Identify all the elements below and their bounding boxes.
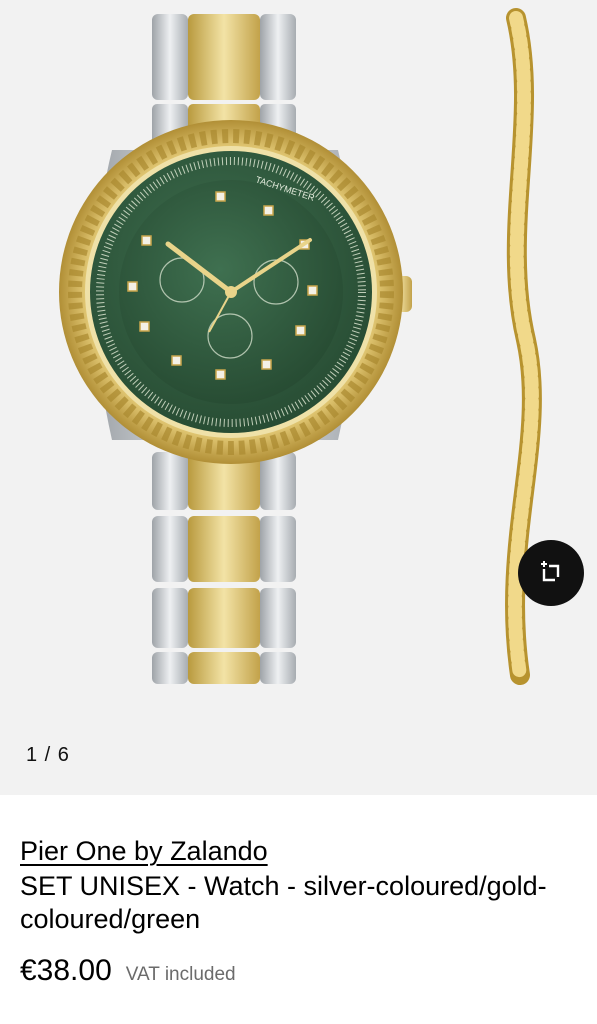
image-gallery[interactable]: TACHYMETER 1 / 6 (0, 0, 597, 795)
similar-items-icon (541, 561, 560, 582)
product-info: Pier One by Zalando SET UNISEX - Watch -… (20, 834, 577, 988)
image-counter: 1 / 6 (26, 744, 70, 766)
price: €38.00 (20, 954, 112, 987)
product-image[interactable]: TACHYMETER (0, 0, 597, 795)
vat-note: VAT included (125, 964, 236, 985)
price-row: €38.00 VAT included (20, 954, 577, 988)
brand-link[interactable]: Pier One by Zalando (20, 834, 268, 868)
find-similar-button[interactable] (518, 540, 584, 606)
product-name: SET UNISEX - Watch - silver-coloured/gol… (20, 871, 547, 934)
watch-strap-bottom (152, 452, 296, 684)
